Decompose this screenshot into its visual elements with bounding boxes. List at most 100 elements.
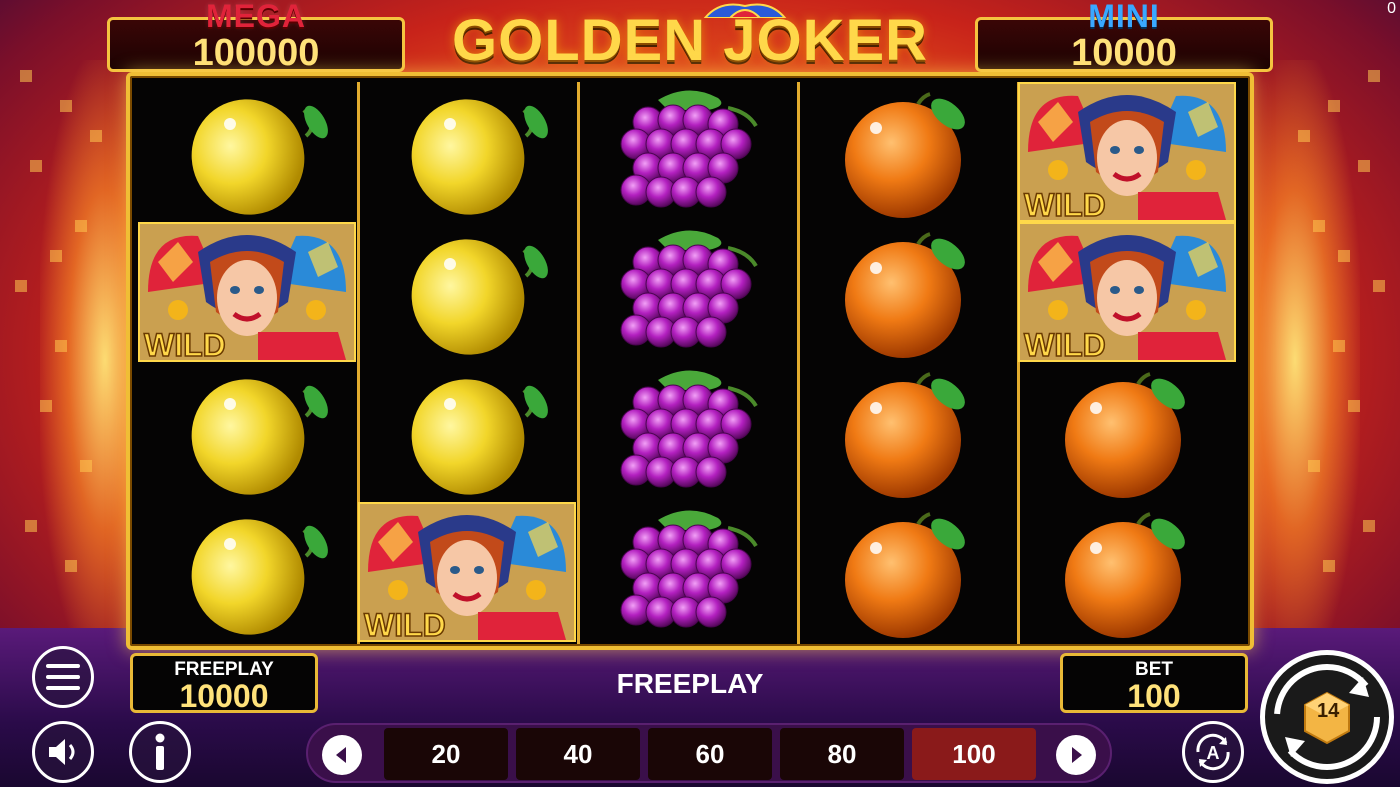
mini-jackpot: MINI 10000 (975, 0, 1273, 74)
wild-label: WILD (1024, 187, 1106, 222)
background-pixel (30, 160, 42, 172)
symbol-grapes (578, 82, 796, 222)
background-pixel (1358, 160, 1370, 172)
bet-option-20[interactable]: 20 (384, 728, 508, 780)
spin-button[interactable]: 14 (1260, 650, 1394, 784)
mini-jackpot-label: MINI (1088, 0, 1160, 34)
background-pixel (1368, 70, 1380, 82)
autoplay-icon: A (1196, 733, 1230, 771)
lemon-icon (191, 519, 328, 635)
bet-selector: 20 40 60 80 100 (306, 723, 1112, 783)
menu-button[interactable] (32, 646, 94, 708)
corner-counter: 0 (1387, 0, 1396, 17)
grapes-icon (620, 90, 758, 208)
freeplay-value: 10000 (179, 678, 269, 714)
jester-hat-icon (703, 3, 787, 18)
background-pixels-right (1290, 40, 1400, 637)
wild-label: WILD (364, 607, 446, 642)
wild-joker-icon: WILD (358, 502, 576, 642)
symbol-grapes (578, 222, 796, 362)
lemon-icon (411, 379, 548, 495)
reel-1: WILD (138, 82, 356, 644)
grapes-icon (620, 370, 758, 488)
spin-badge-text: 14 (1317, 700, 1340, 722)
symbol-wild-joker: WILD (138, 222, 356, 362)
background-pixel (90, 130, 102, 142)
background-pixel (1313, 220, 1325, 232)
mega-jackpot-label: MEGA (206, 0, 306, 34)
reel-2: WILD (358, 82, 576, 644)
background-pixel (65, 560, 77, 572)
reel-3 (578, 82, 796, 644)
symbol-lemon (138, 502, 356, 642)
orange-icon (1065, 372, 1185, 498)
mega-jackpot-value: 100000 (192, 32, 320, 74)
bet-display: BET 100 (1060, 653, 1248, 713)
lemon-icon (411, 239, 548, 355)
wild-joker-icon: WILD (1018, 82, 1236, 222)
wild-label: WILD (1024, 327, 1106, 362)
svg-text:A: A (1207, 743, 1220, 763)
symbol-lemon (358, 82, 576, 222)
orange-icon (845, 512, 965, 638)
background-pixel (60, 100, 72, 112)
background-pixel (15, 280, 27, 292)
background-pixel (25, 520, 37, 532)
symbol-wild-joker: WILD (358, 502, 576, 642)
orange-icon (845, 232, 965, 358)
hamburger-menu-icon (46, 664, 80, 690)
background-pixel (50, 250, 62, 262)
background-pixels-left (0, 40, 110, 637)
arrow-left-icon (336, 747, 346, 763)
mini-jackpot-value: 10000 (1071, 32, 1177, 74)
symbol-orange (798, 222, 1016, 362)
bet-decrease-button[interactable] (322, 735, 362, 775)
symbol-orange (798, 502, 1016, 642)
info-icon (155, 733, 165, 770)
symbol-lemon (358, 362, 576, 502)
mega-jackpot: MEGA 100000 (107, 0, 405, 74)
autoplay-button[interactable]: A (1182, 721, 1244, 783)
spin-icon: 14 (1274, 664, 1380, 770)
bet-option-40[interactable]: 40 (516, 728, 640, 780)
grapes-icon (620, 510, 758, 628)
background-pixel (1328, 100, 1340, 112)
bet-increase-button[interactable] (1056, 735, 1096, 775)
background-pixel (1333, 340, 1345, 352)
info-button[interactable] (129, 721, 191, 783)
reel-5: WILD WILD (1018, 82, 1236, 644)
reel-grid: WILD WILD WILD WILD (126, 72, 1254, 650)
background-pixel (80, 460, 92, 472)
grapes-icon (620, 230, 758, 348)
background-pixel (1308, 460, 1320, 472)
wild-joker-icon: WILD (1018, 222, 1236, 362)
sound-button[interactable] (32, 721, 94, 783)
background-pixel (55, 340, 67, 352)
status-message: FREEPLAY (616, 668, 764, 699)
lemon-icon (411, 99, 548, 215)
background-pixel (40, 400, 52, 412)
background-pixel (1363, 520, 1375, 532)
symbol-wild-joker: WILD (1018, 82, 1236, 222)
background-pixel (1348, 400, 1360, 412)
symbol-orange (1018, 502, 1236, 642)
background-pixel (1323, 560, 1335, 572)
background-pixel (20, 70, 32, 82)
wild-label: WILD (144, 327, 226, 362)
symbol-orange (798, 362, 1016, 502)
wild-joker-icon: WILD (138, 222, 356, 362)
bet-option-80[interactable]: 80 (780, 728, 904, 780)
lemon-icon (191, 99, 328, 215)
symbol-lemon (358, 222, 576, 362)
background-pixel (1338, 250, 1350, 262)
symbol-lemon (138, 82, 356, 222)
reel-4 (798, 82, 1016, 644)
orange-icon (845, 92, 965, 218)
orange-icon (845, 372, 965, 498)
lemon-icon (191, 379, 328, 495)
bet-option-60[interactable]: 60 (648, 728, 772, 780)
symbol-grapes (578, 502, 796, 642)
freeplay-balance: FREEPLAY 10000 (130, 653, 318, 713)
bet-option-100[interactable]: 100 (912, 728, 1036, 780)
background-pixel (75, 220, 87, 232)
